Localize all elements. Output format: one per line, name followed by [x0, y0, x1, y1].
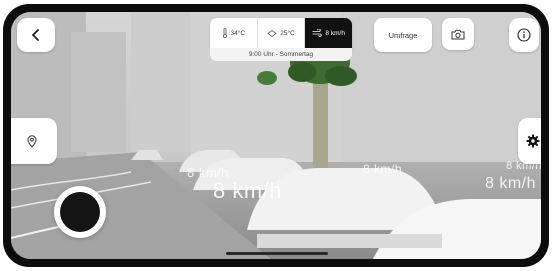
gear-icon — [526, 134, 540, 148]
temperature-tab[interactable]: 34°C — [210, 18, 257, 48]
camera-button[interactable] — [442, 18, 474, 50]
temperature-value: 34°C — [230, 29, 246, 37]
record-dot — [60, 192, 100, 232]
survey-button[interactable]: Umfrage — [374, 18, 432, 52]
building-left-2 — [71, 32, 126, 152]
wind-speed-tab[interactable]: 8 km/h — [304, 18, 352, 48]
home-indicator — [226, 252, 328, 255]
wind-speed-value: 8 km/h — [325, 29, 345, 37]
wind-speed-label: 8 km/h — [485, 175, 537, 192]
record-button[interactable] — [54, 186, 106, 238]
building-center — [131, 12, 191, 152]
thermometer-icon — [222, 28, 227, 38]
map-pin-icon — [27, 134, 37, 148]
diamond-icon — [267, 29, 277, 37]
surface-temperature-value: 25°C — [280, 29, 295, 37]
back-button[interactable] — [17, 18, 55, 52]
chevron-left-icon — [32, 29, 39, 41]
location-button[interactable] — [11, 118, 57, 164]
info-button[interactable] — [509, 18, 539, 52]
wind-icon — [312, 29, 322, 37]
ar-camera-view: 8 km/h 8 km/h 8 km/h 8 km/h 8 km/h 34°C — [11, 12, 541, 259]
phone-device: 8 km/h 8 km/h 8 km/h 8 km/h 8 km/h 34°C — [0, 0, 552, 271]
camera-icon — [451, 29, 465, 39]
surface-temperature-tab[interactable]: 25°C — [256, 18, 305, 48]
wind-speed-label: 8 km/h — [363, 162, 403, 176]
wind-speed-label: 8 km/h — [213, 178, 283, 203]
settings-button[interactable] — [518, 118, 541, 164]
climate-stats-bar: 34°C 25°C 8 km/h — [210, 18, 352, 48]
time-of-day-label: 9:00 Uhr - Sommertag — [210, 48, 352, 61]
info-icon — [517, 28, 531, 42]
